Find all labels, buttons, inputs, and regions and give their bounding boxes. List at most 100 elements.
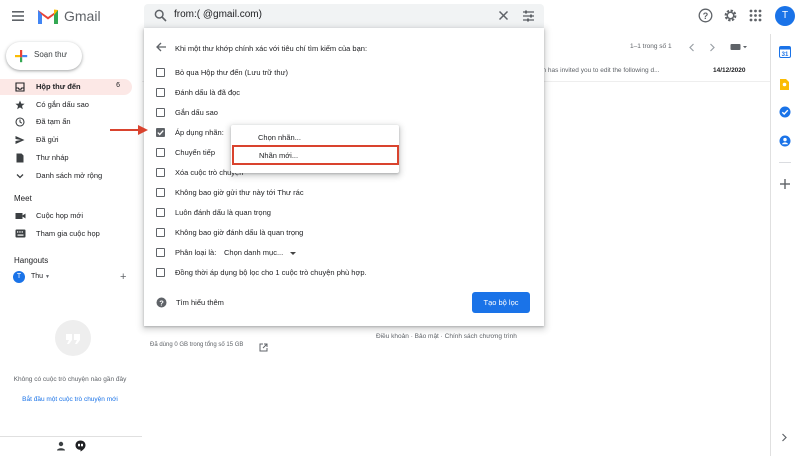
sidebar-item-label: Đã gửi: [36, 135, 59, 144]
video-camera-icon: [15, 211, 26, 221]
google-apps-icon[interactable]: [749, 9, 762, 22]
menu-item-choose-label[interactable]: Chọn nhãn...: [258, 133, 301, 142]
sidebar-item-label: Thư nháp: [36, 153, 69, 162]
sidebar-item-label: Danh sách mở rộng: [36, 171, 103, 180]
help-icon[interactable]: ?: [698, 8, 713, 23]
filter-option-label: Áp dụng nhãn:: [175, 128, 224, 137]
meet-section-title: Meet: [14, 194, 32, 203]
pagination-text: 1–1 trong số 1: [630, 43, 672, 50]
chevron-left-icon[interactable]: [688, 43, 696, 52]
filter-option-label: Bỏ qua Hộp thư đến (Lưu trữ thư): [175, 68, 289, 77]
checkbox[interactable]: [156, 108, 165, 117]
star-icon: [15, 100, 25, 110]
checkbox[interactable]: [156, 88, 165, 97]
sidebar-item-label: Cuộc họp mới: [36, 211, 84, 220]
filter-option-mark-read[interactable]: Đánh dấu là đã đọc: [156, 85, 526, 101]
sidebar-item-join-meeting[interactable]: Tham gia cuộc họp: [0, 226, 140, 242]
sidebar-item-label: Đã tạm ẩn: [36, 117, 71, 126]
checkbox[interactable]: [156, 148, 165, 157]
keep-icon[interactable]: [779, 78, 790, 91]
open-external-icon[interactable]: [259, 343, 268, 352]
footer-links[interactable]: Điều khoản · Bảo mật · Chính sách chương…: [376, 333, 517, 340]
side-panel: [770, 34, 800, 456]
storage-usage: Đã dùng 0 GB trong tổng số 15 GB: [150, 342, 244, 348]
sidebar-item-inbox[interactable]: Hộp thư đến 6: [0, 79, 132, 95]
app-name: Gmail: [64, 8, 101, 24]
compose-button[interactable]: Soạn thư: [6, 42, 82, 70]
gmail-logo-icon[interactable]: [36, 6, 60, 26]
search-icon[interactable]: [154, 9, 167, 22]
hangouts-user-avatar[interactable]: T: [13, 271, 25, 283]
input-tools-icon[interactable]: [730, 43, 748, 51]
draft-icon: [15, 153, 25, 163]
caret-down-icon: ▼: [45, 274, 50, 280]
sidebar-item-new-meeting[interactable]: Cuộc họp mới: [0, 208, 140, 224]
account-avatar[interactable]: T: [775, 6, 795, 26]
chevron-right-icon[interactable]: [708, 43, 716, 52]
back-arrow-icon[interactable]: [156, 42, 167, 52]
add-addon-icon[interactable]: [779, 178, 791, 190]
menu-item-new-label[interactable]: Nhãn mới...: [259, 151, 298, 160]
hangouts-icon[interactable]: [75, 440, 86, 452]
search-bar[interactable]: from:( @gmail.com): [144, 4, 544, 28]
checkbox[interactable]: [156, 228, 165, 237]
settings-gear-icon[interactable]: [723, 8, 738, 23]
chevron-down-icon: [15, 171, 25, 181]
filter-option-label: Đánh dấu là đã đọc: [175, 88, 241, 97]
new-label-highlight-box: [232, 145, 399, 165]
filter-header-text: Khi một thư khớp chính xác với tiêu chí …: [175, 44, 368, 53]
clear-search-icon[interactable]: [498, 10, 509, 21]
learn-more-link[interactable]: Tìm hiểu thêm: [176, 298, 224, 307]
annotation-arrow-icon: [110, 123, 150, 137]
side-panel-divider: [779, 162, 791, 163]
contacts-icon[interactable]: [779, 135, 791, 147]
inbox-icon: [15, 82, 25, 92]
sidebar-item-label: Hộp thư đến: [36, 82, 81, 91]
svg-text:?: ?: [703, 11, 709, 21]
expand-panel-icon[interactable]: [780, 433, 788, 442]
sidebar-item-drafts[interactable]: Thư nháp: [0, 150, 140, 166]
sidebar-item-starred[interactable]: Có gắn dấu sao: [0, 97, 140, 113]
sidebar-bottom-bar: [0, 436, 142, 456]
add-icon[interactable]: +: [120, 272, 126, 283]
create-filter-button[interactable]: Tạo bộ lọc: [472, 292, 530, 313]
filter-option-never-important[interactable]: Không bao giờ đánh dấu là quan trọng: [156, 225, 526, 241]
checkbox[interactable]: [156, 68, 165, 77]
search-options-icon[interactable]: [522, 10, 535, 22]
checkbox[interactable]: [156, 168, 165, 177]
filter-option-skip-inbox[interactable]: Bỏ qua Hộp thư đến (Lưu trữ thư): [156, 65, 526, 81]
caret-down-icon[interactable]: [290, 252, 296, 255]
filter-option-star[interactable]: Gắn dấu sao: [156, 105, 526, 121]
filter-option-label: Không bao giờ đánh dấu là quan trọng: [175, 228, 304, 237]
filter-option-categorize[interactable]: Phân loại là: Chọn danh mục...: [156, 245, 526, 261]
person-icon[interactable]: [56, 441, 66, 451]
search-input[interactable]: from:( @gmail.com): [174, 9, 262, 20]
checkbox[interactable]: [156, 248, 165, 257]
hangouts-section-title: Hangouts: [14, 256, 49, 265]
clock-icon: [15, 117, 25, 127]
help-circle-icon: ?: [156, 297, 167, 308]
checkbox-checked[interactable]: [156, 128, 165, 137]
no-chats-text: Không có cuộc trò chuyện nào gần đây: [13, 376, 127, 383]
start-chat-link[interactable]: Bắt đầu một cuộc trò chuyện mới: [10, 396, 130, 403]
hangouts-quote-icon: [55, 320, 91, 356]
main-menu-icon[interactable]: [10, 8, 26, 24]
tasks-icon[interactable]: [779, 106, 791, 118]
compose-plus-icon: [14, 49, 28, 63]
filter-option-label: Phân loại là:: [175, 248, 217, 257]
checkbox[interactable]: [156, 188, 165, 197]
filter-option-never-spam[interactable]: Không bao giờ gửi thư này tới Thư rác: [156, 185, 526, 201]
filter-option-apply-matching[interactable]: Đồng thời áp dụng bộ lọc cho 1 cuộc trò …: [156, 265, 526, 281]
email-snippet: om has invited you to edit the following…: [537, 67, 660, 74]
hangouts-user-name[interactable]: Thu ▼: [31, 273, 50, 280]
checkbox[interactable]: [156, 208, 165, 217]
checkbox[interactable]: [156, 268, 165, 277]
category-select[interactable]: Chọn danh mục...: [224, 248, 283, 257]
sidebar-item-more[interactable]: Danh sách mở rộng: [0, 168, 140, 184]
sidebar-item-label: Có gắn dấu sao: [36, 100, 89, 109]
calendar-icon[interactable]: 31: [779, 46, 791, 58]
sidebar-item-label: Tham gia cuộc họp: [36, 229, 100, 238]
filter-option-always-important[interactable]: Luôn đánh dấu là quan trọng: [156, 205, 526, 221]
svg-text:31: 31: [782, 52, 789, 58]
filter-option-label: Không bao giờ gửi thư này tới Thư rác: [175, 188, 304, 197]
